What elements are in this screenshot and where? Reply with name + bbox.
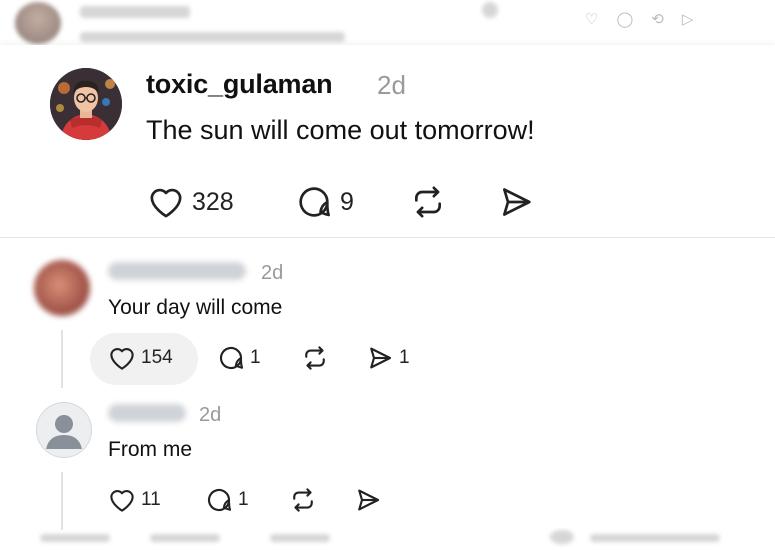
background-footer-line — [150, 534, 220, 542]
share-icon — [358, 489, 380, 511]
like-button[interactable]: 328 — [146, 182, 234, 222]
background-text — [80, 32, 345, 42]
repost-button[interactable] — [408, 182, 448, 222]
reply-comment-button[interactable]: 1 — [216, 343, 261, 373]
background-footer-line — [40, 534, 110, 542]
reply-repost-button[interactable] — [288, 485, 318, 515]
like-count: 328 — [192, 187, 234, 216]
reply-text: From me — [108, 438, 192, 461]
thread-line — [61, 472, 63, 530]
reply-timestamp: 2d — [261, 262, 284, 284]
post-text: The sun will come out tomorrow! — [146, 115, 535, 145]
heart-icon: ♡ — [585, 11, 599, 28]
comment-icon — [299, 187, 330, 217]
repost-icon — [305, 346, 325, 370]
repost-icon: ⟲ — [651, 11, 664, 28]
share-button[interactable] — [496, 182, 536, 222]
default-avatar[interactable] — [36, 402, 92, 458]
reply-username-redacted — [108, 262, 246, 280]
reply-comment-button[interactable]: 1 — [204, 485, 249, 515]
background-footer-line — [270, 534, 330, 542]
post-timestamp: 2d — [377, 70, 406, 100]
reply-like-button[interactable]: 11 — [107, 485, 161, 515]
background-more-icon — [482, 2, 498, 18]
share-count: 1 — [399, 347, 410, 368]
share-icon — [370, 347, 392, 369]
background-username — [80, 6, 190, 18]
reply-username-redacted — [108, 404, 186, 422]
background-actions: ♡ ◯ ⟲ ▷ — [585, 10, 693, 28]
comment-count: 1 — [238, 489, 249, 510]
like-count: 11 — [141, 489, 161, 510]
comment-count: 1 — [250, 347, 261, 368]
reply-share-button[interactable] — [353, 485, 383, 515]
heart-icon — [110, 348, 134, 370]
reply-text: Your day will come — [108, 296, 283, 319]
background-footer-text — [590, 534, 720, 542]
reply-like-button[interactable]: 154 — [107, 343, 173, 373]
section-divider — [0, 237, 775, 238]
repost-icon — [293, 488, 313, 512]
thread-line — [61, 330, 63, 388]
repost-icon — [415, 186, 441, 218]
comment-icon — [219, 347, 244, 370]
reply-repost-button[interactable] — [300, 343, 330, 373]
user-avatar[interactable] — [50, 68, 122, 140]
reply-timestamp: 2d — [199, 404, 222, 426]
share-icon — [503, 188, 531, 216]
background-footer — [0, 528, 775, 550]
person-icon — [46, 415, 82, 449]
comment-icon — [207, 489, 232, 512]
comment-button[interactable]: 9 — [294, 182, 354, 222]
reply-share-button[interactable]: 1 — [365, 343, 410, 373]
heart-icon — [150, 188, 182, 218]
main-post-card: toxic_gulaman 2d The sun will come out t… — [0, 45, 775, 237]
comment-icon: ◯ — [616, 11, 634, 28]
background-footer-avatar — [550, 530, 574, 544]
heart-icon — [110, 490, 134, 512]
share-icon: ▷ — [681, 11, 694, 28]
like-count: 154 — [141, 347, 173, 368]
background-avatar — [15, 2, 61, 44]
reply-avatar[interactable] — [34, 260, 90, 316]
post-username[interactable]: toxic_gulaman — [146, 69, 333, 100]
background-post-preview: ♡ ◯ ⟲ ▷ — [0, 0, 775, 48]
comment-count: 9 — [340, 187, 354, 216]
